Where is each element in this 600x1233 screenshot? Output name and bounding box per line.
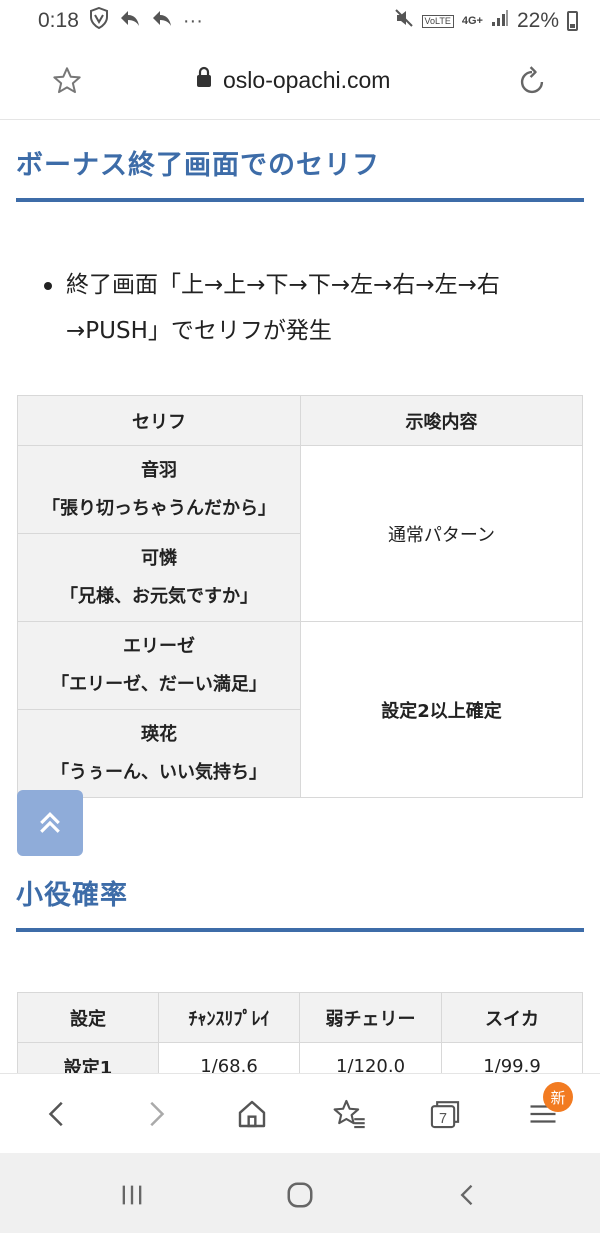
serif-line: 「エリーゼ、だーい満足」	[51, 673, 267, 695]
reply-icon	[119, 8, 141, 34]
recent-apps-button[interactable]	[112, 1175, 152, 1215]
reply-icon	[151, 8, 173, 34]
table-header-cell: 弱チェリー	[299, 992, 442, 1043]
browser-toolbar: 7 新	[0, 1073, 600, 1153]
battery-icon	[567, 11, 578, 31]
table-header-cell: スイカ	[441, 992, 583, 1043]
section-heading-small-role: 小役確率	[16, 873, 584, 932]
tabs-button[interactable]: 7	[423, 1092, 467, 1136]
system-navbar	[0, 1153, 600, 1233]
more-icon: ···	[182, 9, 203, 32]
menu-button[interactable]: 新	[521, 1082, 573, 1136]
serif-line: 「兄様、お元気ですか」	[60, 585, 258, 607]
bullet-text: 終了画面「上→上→下→下→左→右→左→右→PUSH」でセリフが発生	[66, 272, 500, 344]
back-button[interactable]	[36, 1092, 80, 1136]
new-badge: 新	[543, 1082, 573, 1112]
home-circle-icon	[287, 1182, 313, 1208]
serif-cell: 可憐 「兄様、お元気ですか」	[17, 533, 301, 622]
mute-icon	[394, 8, 414, 34]
table-header-cell: ﾁｬﾝｽﾘﾌﾟﾚｲ	[158, 992, 300, 1043]
svg-text:7: 7	[439, 1111, 447, 1127]
character-name: 可憐	[141, 547, 177, 569]
double-chevron-up-icon	[40, 812, 60, 833]
forward-button[interactable]	[133, 1092, 177, 1136]
scroll-to-top-button[interactable]	[17, 790, 83, 856]
serif-cell: 音羽 「張り切っちゃうんだから」	[17, 445, 301, 534]
serif-cell: エリーゼ 「エリーゼ、だーい満足」	[17, 621, 301, 710]
url-text: oslo-opachi.com	[223, 66, 391, 93]
character-name: エリーゼ	[123, 635, 195, 657]
serif-cell: 瑛花 「うぅーん、いい気持ち」	[17, 709, 301, 798]
battery-percent: 22%	[516, 9, 559, 32]
home-button[interactable]	[230, 1092, 274, 1136]
serif-table: セリフ 示唆内容 音羽 「張り切っちゃうんだから」 通常パターン 可憐 「兄様、…	[17, 395, 583, 798]
lock-icon	[195, 66, 213, 94]
chevron-left-icon	[48, 1101, 63, 1127]
character-name: 音羽	[141, 459, 177, 481]
table-header-cell: 設定	[17, 992, 159, 1043]
network-indicator: 4G+	[461, 15, 483, 27]
url-field[interactable]: oslo-opachi.com	[195, 66, 390, 94]
chevron-right-icon	[150, 1101, 165, 1127]
home-icon	[238, 1100, 266, 1128]
star-icon	[53, 67, 81, 94]
bullet-item: 終了画面「上→上→下→下→左→右→左→右→PUSH」でセリフが発生	[44, 262, 584, 354]
reload-button[interactable]	[514, 64, 550, 100]
bookmark-star-button[interactable]	[50, 64, 84, 98]
shield-icon	[89, 6, 109, 35]
tabs-icon: 7	[430, 1101, 460, 1129]
address-bar: oslo-opachi.com	[0, 42, 600, 120]
home-nav-button[interactable]	[280, 1175, 320, 1215]
back-nav-button[interactable]	[448, 1175, 488, 1215]
reload-icon	[520, 66, 544, 94]
chevron-left-icon	[460, 1184, 473, 1206]
table-header-row: セリフ 示唆内容	[17, 395, 583, 446]
table-header-row: 設定 ﾁｬﾝｽﾘﾌﾟﾚｲ 弱チェリー スイカ	[17, 992, 583, 1043]
recent-apps-icon	[122, 1185, 142, 1205]
bookmark-list-icon	[333, 1099, 365, 1129]
signal-icon	[491, 9, 509, 33]
section-heading-bonus-end: ボーナス終了画面でのセリフ	[16, 143, 584, 202]
table-row: 音羽 「張り切っちゃうんだから」 通常パターン	[17, 445, 583, 622]
status-time: 0:18	[38, 9, 79, 32]
table-header-cell: セリフ	[17, 395, 301, 446]
character-name: 瑛花	[141, 723, 177, 745]
bullet-dot	[44, 282, 52, 290]
meaning-cell: 設定2以上確定	[300, 621, 583, 798]
volte-indicator: VoLTE	[421, 14, 454, 28]
bookmarks-button[interactable]	[327, 1092, 371, 1136]
table-header-cell: 示唆内容	[300, 395, 583, 446]
serif-line: 「張り切っちゃうんだから」	[42, 497, 276, 519]
table-row: エリーゼ 「エリーゼ、だーい満足」 設定2以上確定	[17, 621, 583, 798]
status-bar: 0:18 ··· VoLTE 4G+ 22%	[0, 0, 600, 42]
meaning-cell: 通常パターン	[300, 445, 583, 622]
serif-line: 「うぅーん、いい気持ち」	[51, 761, 267, 783]
